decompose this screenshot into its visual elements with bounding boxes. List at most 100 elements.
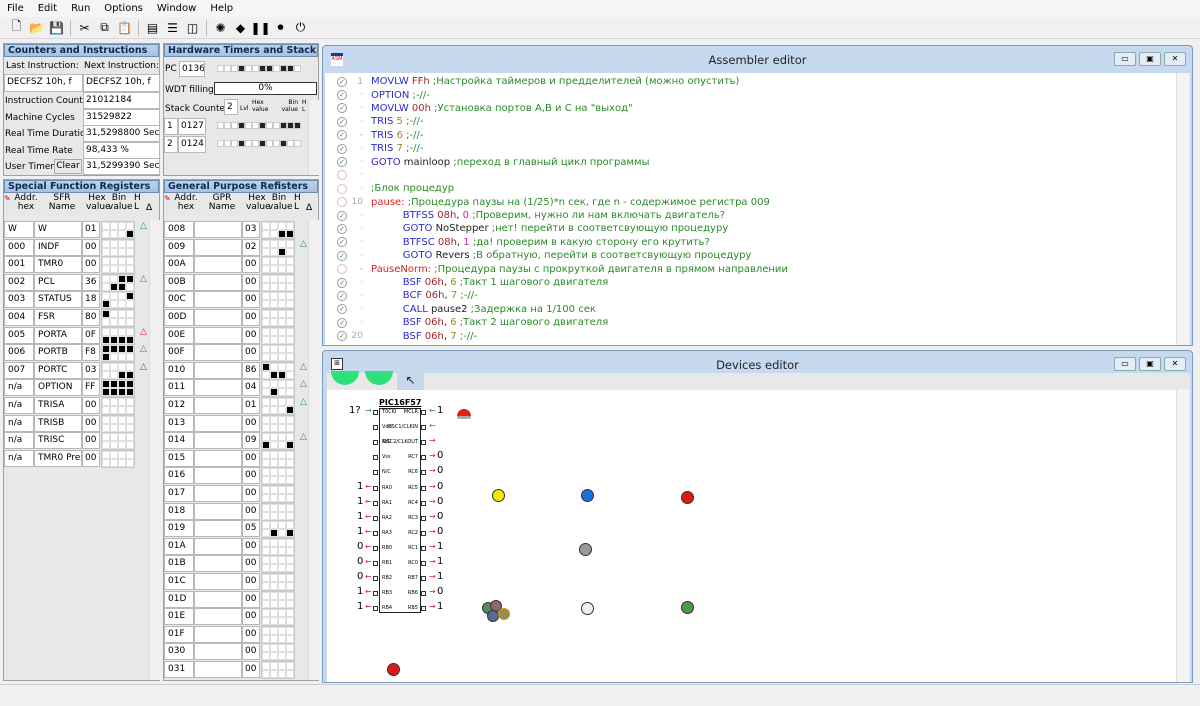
led-device[interactable] — [492, 489, 505, 502]
devices-canvas[interactable]: PIC16F57 T0CKI → 1? Vdd N/C Vss N/C RA0 ← 1 RA1 ← 1 R… — [327, 390, 1190, 682]
code-line[interactable]: ✓ · TRIS 5 ;-//- — [325, 115, 1190, 128]
menu-help[interactable]: Help — [203, 3, 240, 14]
code-line[interactable]: ✓ · TRIS 7 ;-//- — [325, 142, 1190, 155]
pin-terminal[interactable] — [421, 425, 426, 431]
no-code-icon[interactable] — [337, 170, 347, 181]
check-icon[interactable]: ✓ — [337, 223, 347, 234]
register-hex-value[interactable]: 00 — [82, 432, 100, 450]
register-row[interactable]: 01E 00 — [164, 608, 309, 627]
check-icon[interactable]: ✓ — [337, 210, 347, 221]
register-hex-value[interactable]: 00 — [242, 256, 260, 274]
code-line[interactable]: ✓ · OPTION ;-//- — [325, 88, 1190, 101]
register-hex-value[interactable]: 05 — [242, 520, 260, 538]
code-line[interactable]: ✓ 20 BSF 06h, 7 ;-//- — [325, 329, 1190, 342]
register-hex-value[interactable]: 09 — [242, 432, 260, 450]
register-row[interactable]: 006 PORTB F8 △ — [4, 344, 149, 363]
register-row[interactable]: n/a OPTION FF — [4, 379, 149, 398]
code-line[interactable]: - PauseNorm: ;Процедура паузы с прокрутко… — [325, 262, 1190, 275]
check-icon[interactable]: ✓ — [337, 90, 347, 101]
check-icon[interactable]: ✓ — [337, 103, 347, 114]
register-hex-value[interactable]: 00 — [242, 661, 260, 678]
register-hex-value[interactable]: 00 — [242, 326, 260, 344]
code-line[interactable]: ✓ · BTFSS 08h, 0 ;Проверим, нужно ли нам … — [325, 209, 1190, 222]
register-row[interactable]: n/a TRISA 00 — [4, 397, 149, 415]
register-row[interactable]: 005 PORTA 0F △ — [4, 326, 149, 345]
register-hex-value[interactable]: 00 — [82, 414, 100, 432]
menu-window[interactable]: Window — [150, 3, 203, 14]
register-hex-value[interactable]: 00 — [242, 485, 260, 502]
cut-icon[interactable]: ✂ — [76, 19, 93, 36]
code-line[interactable]: ✓ · BCF 06h, 7 ;-//- — [325, 289, 1190, 302]
pin-terminal[interactable] — [421, 410, 426, 415]
register-row[interactable]: 014 09 △ — [164, 432, 309, 451]
register-hex-value[interactable]: 02 — [242, 238, 260, 256]
check-icon[interactable]: ✓ — [337, 76, 347, 87]
register-row[interactable]: 031 00 — [164, 661, 309, 679]
register-hex-value[interactable]: 18 — [82, 291, 100, 309]
tile-vertical-icon[interactable]: ◫ — [184, 19, 201, 36]
minimize-button[interactable]: ▭ — [1114, 357, 1136, 371]
check-icon[interactable]: ✓ — [337, 317, 347, 328]
save-icon[interactable]: 💾 — [48, 19, 65, 36]
code-line[interactable]: · — [325, 169, 1190, 182]
register-row[interactable]: 01F 00 — [164, 625, 309, 644]
pin-terminal[interactable] — [421, 500, 426, 506]
no-code-icon[interactable] — [337, 264, 347, 275]
register-hex-value[interactable]: 00 — [242, 555, 260, 573]
register-hex-value[interactable]: 01 — [242, 397, 260, 414]
cascade-icon[interactable]: ▤ — [144, 19, 161, 36]
register-hex-value[interactable]: 00 — [82, 238, 100, 256]
register-hex-value[interactable]: 03 — [242, 221, 260, 238]
led-device[interactable] — [387, 663, 400, 676]
register-row[interactable]: 01C 00 — [164, 573, 309, 591]
tile-horizontal-icon[interactable]: ☰ — [164, 19, 181, 36]
no-code-icon[interactable] — [337, 183, 347, 194]
led-cluster[interactable] — [482, 600, 512, 625]
compile-icon[interactable]: ✺ — [212, 19, 229, 36]
pin-terminal[interactable] — [373, 455, 378, 461]
register-row[interactable]: W W 01 △ — [4, 221, 149, 239]
register-hex-value[interactable]: 00 — [82, 449, 100, 467]
register-hex-value[interactable]: 00 — [242, 608, 260, 626]
check-icon[interactable]: ✓ — [337, 290, 347, 301]
register-row[interactable]: 015 00 — [164, 449, 309, 468]
register-hex-value[interactable]: FF — [82, 379, 100, 397]
pin-terminal[interactable] — [373, 576, 378, 582]
run-icon[interactable]: ◆ — [232, 19, 249, 36]
register-row[interactable]: 030 00 — [164, 643, 309, 662]
add-device-button-2[interactable] — [365, 371, 393, 385]
register-row[interactable]: 002 PCL 36 △ — [4, 273, 149, 292]
add-device-button[interactable] — [331, 371, 359, 385]
pin-terminal[interactable] — [421, 530, 426, 536]
pin-terminal[interactable] — [421, 485, 426, 491]
register-row[interactable]: n/aTMR0 Prescz00 — [4, 449, 149, 468]
register-hex-value[interactable]: 03 — [82, 361, 100, 379]
pin-icon[interactable]: ✎ — [164, 194, 171, 203]
close-button[interactable]: ✕ — [1164, 52, 1186, 66]
register-hex-value[interactable]: 00 — [242, 502, 260, 520]
stack-scrollbar[interactable] — [308, 100, 319, 175]
register-hex-value[interactable]: 00 — [242, 344, 260, 362]
register-hex-value[interactable]: 00 — [242, 643, 260, 661]
pin-terminal[interactable] — [373, 440, 378, 446]
pin-terminal[interactable] — [421, 440, 426, 446]
register-hex-value[interactable]: 04 — [242, 379, 260, 397]
register-hex-value[interactable]: 00 — [242, 590, 260, 608]
register-hex-value[interactable]: 00 — [242, 414, 260, 432]
register-row[interactable]: 007 PORTC 03 △ — [4, 361, 149, 380]
copy-icon[interactable]: ⧉ — [96, 19, 113, 36]
pin-terminal[interactable] — [421, 606, 426, 612]
led-device[interactable] — [579, 543, 592, 556]
led-device[interactable] — [681, 601, 694, 614]
pin-terminal[interactable] — [421, 470, 426, 476]
register-hex-value[interactable]: 00 — [242, 573, 260, 590]
register-hex-value[interactable]: 00 — [242, 273, 260, 291]
register-hex-value[interactable]: 80 — [82, 309, 100, 326]
check-icon[interactable]: ✓ — [337, 237, 347, 248]
register-row[interactable]: 012 01 △ — [164, 397, 309, 415]
register-row[interactable]: 00A 00 — [164, 256, 309, 275]
close-button[interactable]: ✕ — [1164, 357, 1186, 371]
register-hex-value[interactable]: 00 — [82, 256, 100, 274]
minimize-button[interactable]: ▭ — [1114, 52, 1136, 66]
register-row[interactable]: 01D 00 — [164, 590, 309, 609]
